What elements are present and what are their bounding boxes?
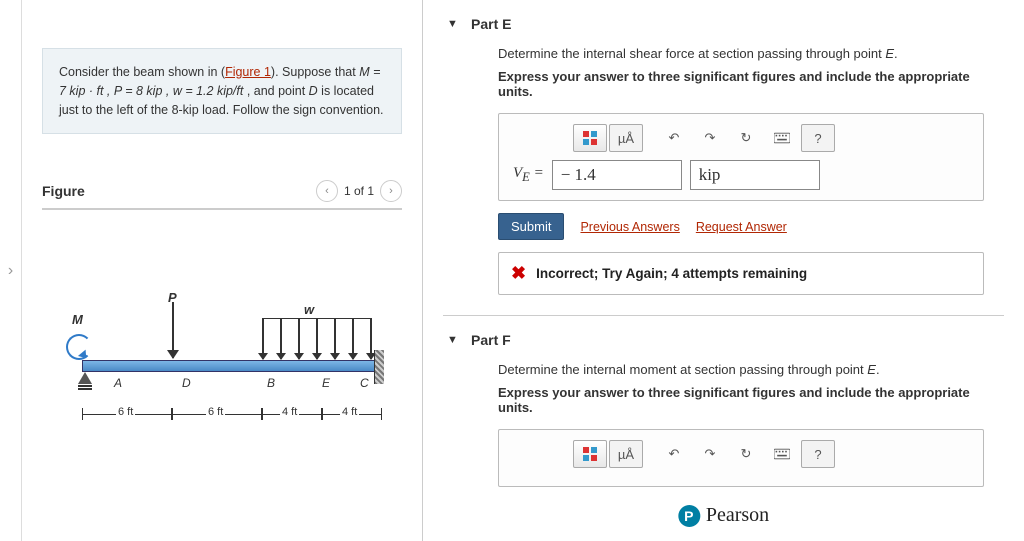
reset-button[interactable]: ↻: [729, 124, 763, 152]
answer-toolbar: µÅ ↶ ↷ ↻ ?: [513, 124, 969, 152]
pearson-logo-icon: P: [678, 505, 700, 527]
part-e-answer-box: µÅ ↶ ↷ ↻ ? VE =: [498, 113, 984, 201]
point-b-label: B: [267, 376, 275, 390]
pager-label: 1 of 1: [344, 184, 374, 198]
dimension-row: 6 ft 6 ft 4 ft 4 ft: [82, 408, 382, 428]
answer-toolbar: µÅ ↶ ↷ ↻ ?: [513, 440, 969, 468]
dim-4: 4 ft: [340, 406, 359, 418]
help-button[interactable]: ?: [801, 124, 835, 152]
templates-button[interactable]: [573, 124, 607, 152]
previous-answers-link[interactable]: Previous Answers: [580, 220, 679, 234]
value-input[interactable]: [552, 160, 682, 190]
answer-input-row: VE =: [513, 160, 969, 190]
units-button[interactable]: µÅ: [609, 124, 643, 152]
undo-button[interactable]: ↶: [657, 124, 691, 152]
variable-label: VE =: [513, 165, 544, 185]
feedback-box: ✖ Incorrect; Try Again; 4 attempts remai…: [498, 252, 984, 295]
point-a-label: A: [114, 376, 122, 390]
distributed-load-icon: [262, 318, 372, 360]
intro-text: ). Suppose that: [271, 65, 359, 79]
incorrect-icon: ✖: [511, 263, 526, 284]
part-f-answer-box: µÅ ↶ ↷ ↻ ?: [498, 429, 984, 487]
dim-3: 4 ft: [280, 406, 299, 418]
part-f-title: Part F: [471, 332, 511, 348]
wall-support-icon: [374, 350, 384, 384]
point-load-arrow-icon: [172, 302, 174, 358]
intro-text: Consider the beam shown in (: [59, 65, 225, 79]
brand-name: Pearson: [706, 504, 769, 527]
keyboard-button[interactable]: [765, 440, 799, 468]
figure-pager: ‹ 1 of 1 ›: [316, 180, 402, 202]
reset-button[interactable]: ↻: [729, 440, 763, 468]
part-e-title: Part E: [471, 16, 511, 32]
templates-button[interactable]: [573, 440, 607, 468]
figure-prev-button[interactable]: ‹: [316, 180, 338, 202]
intro-text: , and point: [243, 84, 308, 98]
dim-1: 6 ft: [116, 406, 135, 418]
right-column: ▼ Part E Determine the internal shear fo…: [422, 0, 1024, 541]
brand-footer: P Pearson: [658, 500, 789, 531]
beam-bar: [82, 360, 382, 372]
point-d-label: D: [182, 376, 191, 390]
caret-down-icon: ▼: [447, 334, 458, 346]
figure-next-button[interactable]: ›: [380, 180, 402, 202]
units-button[interactable]: µÅ: [609, 440, 643, 468]
keyboard-button[interactable]: [765, 124, 799, 152]
part-e-header[interactable]: ▼ Part E: [443, 0, 1004, 42]
left-column: Consider the beam shown in (Figure 1). S…: [22, 0, 422, 541]
figure-link[interactable]: Figure 1: [225, 65, 271, 79]
part-f-header[interactable]: ▼ Part F: [443, 316, 1004, 358]
caret-down-icon: ▼: [447, 18, 458, 30]
moment-arrow-icon: [66, 334, 92, 360]
request-answer-link[interactable]: Request Answer: [696, 220, 787, 234]
problem-statement: Consider the beam shown in (Figure 1). S…: [42, 48, 402, 134]
dim-2: 6 ft: [206, 406, 225, 418]
feedback-text: Incorrect; Try Again; 4 attempts remaini…: [536, 266, 807, 281]
figure-title: Figure: [42, 183, 85, 199]
point-e-label: E: [322, 376, 330, 390]
part-f-section: ▼ Part F Determine the internal moment a…: [443, 316, 1004, 507]
undo-button[interactable]: ↶: [657, 440, 691, 468]
moment-m-label: M: [72, 312, 83, 327]
dist-w-label: w: [304, 302, 314, 317]
redo-button[interactable]: ↷: [693, 124, 727, 152]
part-e-section: ▼ Part E Determine the internal shear fo…: [443, 0, 1004, 316]
point-c-label: C: [360, 376, 369, 390]
figure-header: Figure ‹ 1 of 1 ›: [42, 174, 402, 210]
submit-button[interactable]: Submit: [498, 213, 564, 240]
part-e-format: Express your answer to three significant…: [498, 69, 984, 99]
submit-row: Submit Previous Answers Request Answer: [498, 213, 984, 240]
pin-support-icon: [78, 372, 92, 394]
point-d: D: [309, 84, 318, 98]
part-f-instruction: Determine the internal moment at section…: [498, 362, 984, 377]
part-e-instruction: Determine the internal shear force at se…: [498, 46, 984, 61]
help-button[interactable]: ?: [801, 440, 835, 468]
beam-diagram: P M w A D B E C 6 ft: [42, 240, 402, 460]
part-f-format: Express your answer to three significant…: [498, 385, 984, 415]
unit-input[interactable]: [690, 160, 820, 190]
panel-expand-handle[interactable]: ›: [0, 0, 22, 541]
redo-button[interactable]: ↷: [693, 440, 727, 468]
